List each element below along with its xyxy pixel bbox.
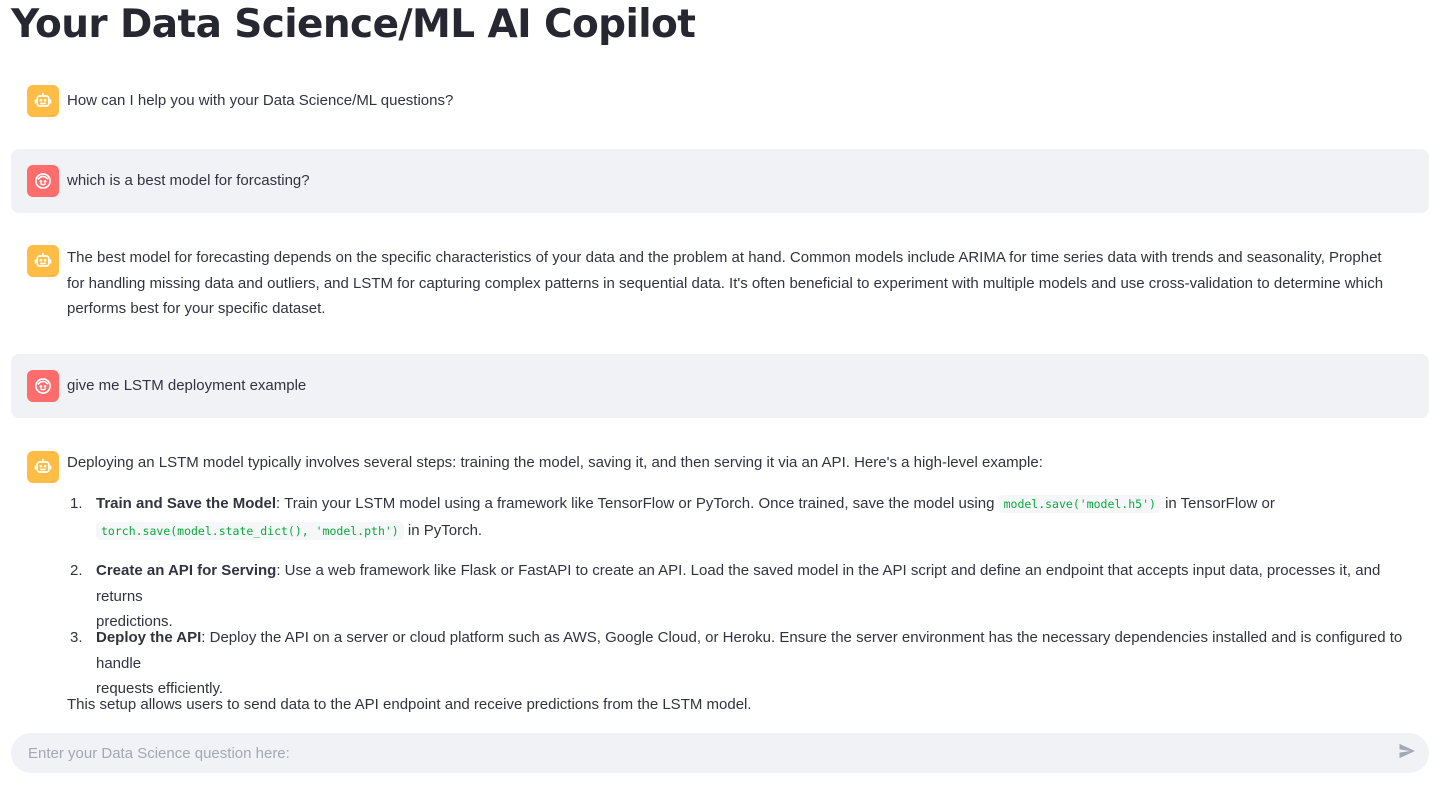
step-text: : Use a web framework like Flask or Fast…	[96, 562, 1381, 605]
message-intro: Deploying an LSTM model typically involv…	[67, 454, 1043, 471]
inline-code: model.save('model.h5')	[998, 495, 1161, 513]
step-text: : Train your LSTM model using a framewor…	[276, 495, 999, 512]
message-text: give me LSTM deployment example	[67, 377, 307, 394]
step-number: 3.	[70, 629, 83, 646]
face-icon	[33, 376, 53, 396]
assistant-avatar	[27, 451, 59, 483]
chat-input-bar	[11, 733, 1429, 773]
user-avatar	[27, 370, 59, 402]
list-item: 3. Deploy the API: Deploy the API on a se…	[70, 625, 1429, 702]
step-title: Create an API for Serving	[96, 562, 277, 579]
step-number: 1.	[70, 495, 83, 512]
step-text: : Deploy the API on a server or cloud pl…	[96, 629, 1403, 672]
user-avatar	[27, 165, 59, 197]
chat-message-assistant: How can I help you with your Data Scienc…	[11, 82, 1429, 120]
list-item: 2. Create an API for Serving: Use a web f…	[70, 558, 1429, 635]
message-outro: This setup allows users to send data to …	[67, 696, 752, 713]
page-title: Your Data Science/ML AI Copilot	[11, 2, 696, 47]
face-icon	[33, 171, 53, 191]
send-icon	[1397, 741, 1417, 766]
inline-code: torch.save(model.state_dict(), 'model.pt…	[96, 521, 404, 540]
send-button[interactable]	[1397, 743, 1417, 763]
robot-icon	[33, 91, 53, 111]
step-title: Deploy the API	[96, 629, 202, 646]
chat-message-user: which is a best model for forcasting?	[11, 149, 1429, 213]
chat-message-assistant: The best model for forecasting depends o…	[11, 239, 1429, 325]
chat-input[interactable]	[28, 733, 1388, 773]
robot-icon	[33, 251, 53, 271]
chat-message-user: give me LSTM deployment example	[11, 354, 1429, 418]
message-text: which is a best model for forcasting?	[67, 172, 310, 189]
assistant-avatar	[27, 85, 59, 117]
step-text: in PyTorch.	[403, 521, 483, 539]
step-text: in TensorFlow or	[1160, 495, 1275, 512]
step-title: Train and Save the Model	[96, 495, 277, 512]
robot-icon	[33, 457, 53, 477]
assistant-avatar	[27, 245, 59, 277]
step-number: 2.	[70, 562, 83, 579]
message-text: The best model for forecasting depends o…	[67, 249, 1384, 317]
chat-message-assistant: Deploying an LSTM model typically involv…	[11, 444, 1429, 724]
message-text: How can I help you with your Data Scienc…	[67, 92, 454, 109]
list-item: 1. Train and Save the Model: Train your L…	[70, 491, 1429, 544]
